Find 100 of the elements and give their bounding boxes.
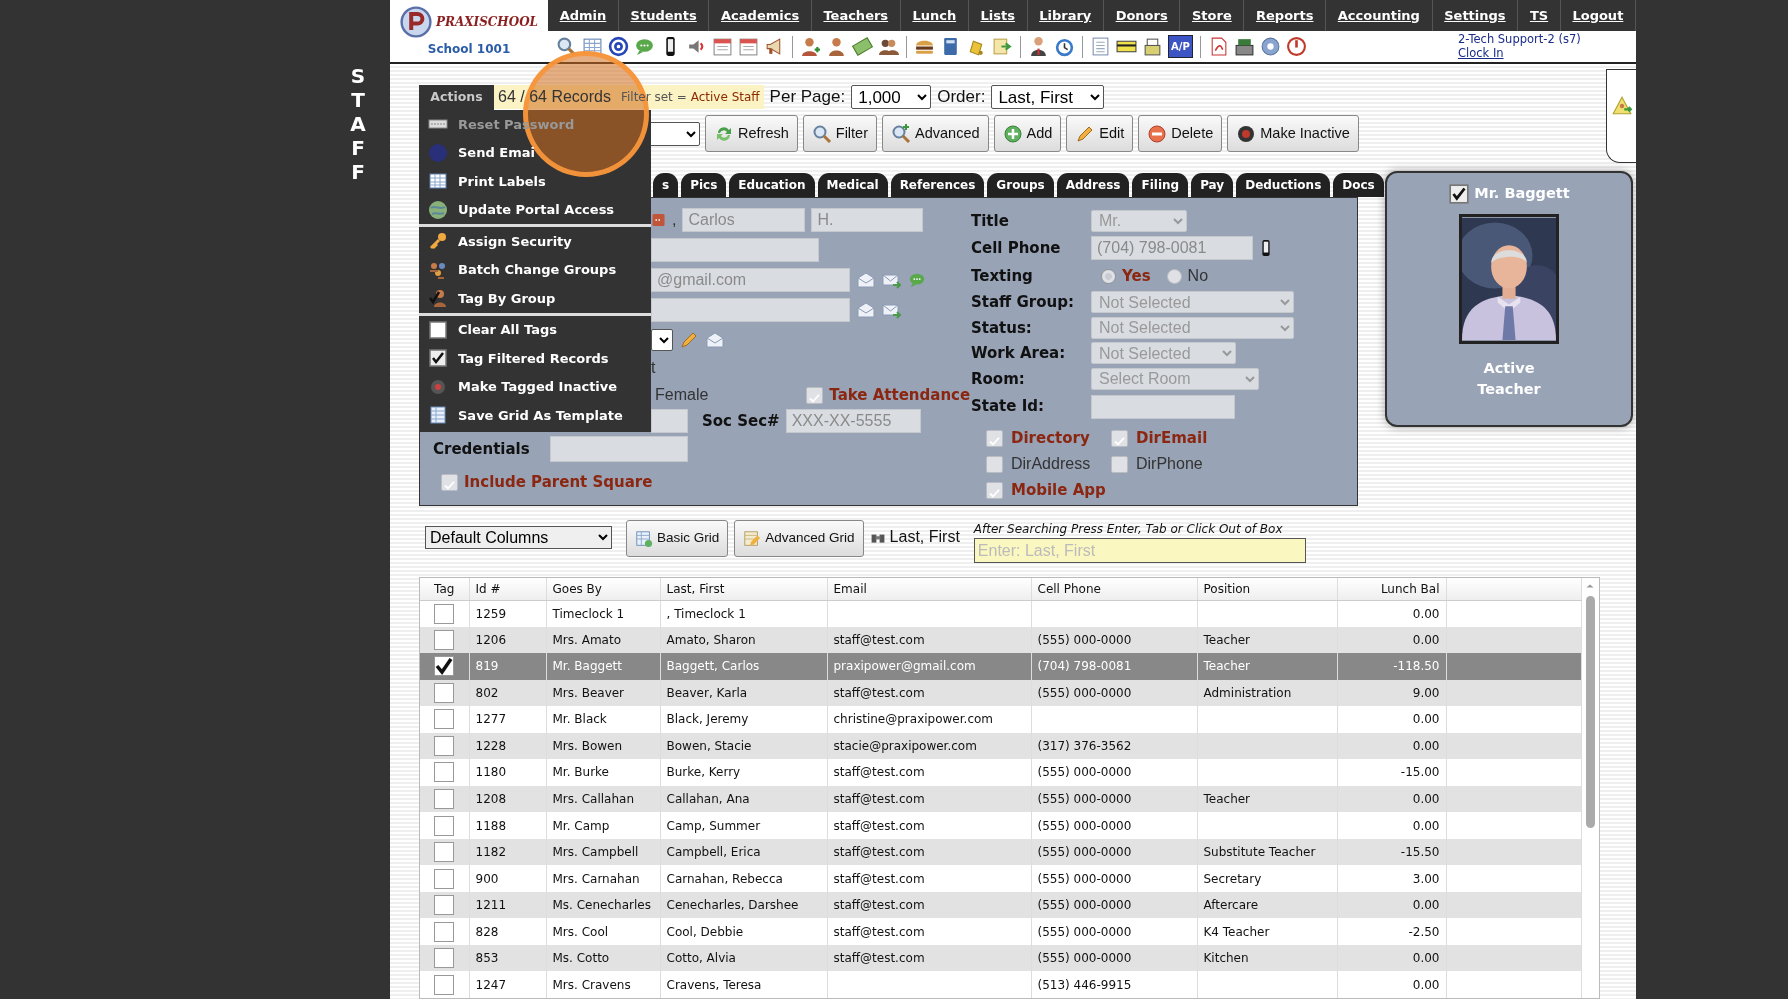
table-row[interactable]: 853 Ms. Cotto Cotto, Alvia staff@test.com (555) 000-0000 Kitchen 0.00 bbox=[420, 944, 1581, 972]
checkbox[interactable] bbox=[434, 656, 455, 677]
tab[interactable]: Docs bbox=[1333, 173, 1384, 197]
filter-button[interactable]: Filter bbox=[802, 115, 877, 152]
text-field[interactable] bbox=[651, 238, 819, 262]
credentials-field[interactable] bbox=[550, 436, 688, 462]
menu-item[interactable]: Update Portal Access bbox=[419, 195, 651, 224]
person-add-icon[interactable] bbox=[800, 36, 821, 57]
grid-icon[interactable] bbox=[582, 36, 603, 57]
checkbox[interactable] bbox=[1111, 455, 1128, 473]
checkbox[interactable] bbox=[434, 603, 455, 624]
ap-button[interactable]: A/P bbox=[1168, 35, 1193, 58]
chat-icon[interactable] bbox=[634, 36, 655, 57]
checkbox[interactable] bbox=[1448, 183, 1471, 205]
table-row[interactable]: 819 Mr. Baggett Baggett, Carlos praxipower@gmail.com (704) 798-0081 Teacher -118.50 bbox=[420, 653, 1581, 680]
table-row[interactable]: 1247 Mrs. Cravens Cravens, Teresa (513) 446-9915 0.00 bbox=[420, 971, 1581, 998]
nav-link[interactable]: TS bbox=[1518, 0, 1561, 31]
menu-item[interactable]: Tag Filtered Records bbox=[419, 344, 651, 373]
checkbox[interactable] bbox=[434, 815, 455, 836]
tab[interactable]: s bbox=[653, 173, 679, 197]
dropdown-field[interactable] bbox=[651, 329, 673, 351]
nav-link[interactable]: Donors bbox=[1104, 0, 1181, 31]
side-tab[interactable] bbox=[1606, 69, 1636, 163]
checkbox[interactable] bbox=[434, 921, 455, 942]
table-row[interactable]: 900 Mrs. Carnahan Carnahan, Rebecca staff@test.com (555) 000-0000 Secretary 3.00 bbox=[420, 865, 1581, 892]
checkbox[interactable] bbox=[1111, 429, 1128, 447]
delete-button[interactable]: Delete bbox=[1138, 115, 1223, 152]
checkbox[interactable] bbox=[434, 629, 455, 650]
tab[interactable]: Groups bbox=[987, 173, 1054, 197]
menu-item[interactable]: Clear All Tags bbox=[419, 315, 651, 344]
person-icon[interactable] bbox=[826, 36, 847, 57]
nav-link[interactable]: Admin bbox=[548, 0, 619, 31]
per-page-select[interactable]: 1,000 bbox=[851, 85, 932, 109]
search-field[interactable]: Enter: Last, First bbox=[973, 538, 1306, 563]
nav-link[interactable]: Lunch bbox=[900, 0, 969, 31]
document-arrow-icon[interactable] bbox=[992, 36, 1013, 57]
checkbox[interactable] bbox=[434, 762, 455, 783]
table-row[interactable]: 828 Mrs. Cool Cool, Debbie staff@test.com (555) 000-0000 K4 Teacher -2.50 bbox=[420, 918, 1581, 945]
checkbox[interactable] bbox=[434, 948, 455, 969]
power-icon[interactable] bbox=[1285, 36, 1307, 57]
checkbox[interactable] bbox=[986, 481, 1003, 499]
table-row[interactable]: 1211 Ms. Cenecharles Cenecharles, Darshee staff@test.com (555) 000-0000 Aftercare 0.00 bbox=[420, 891, 1581, 919]
columns-select[interactable]: Default Columns bbox=[425, 526, 612, 549]
tab[interactable]: References bbox=[890, 173, 985, 197]
table-row[interactable]: 1277 Mr. Black Black, Jeremy christine@praxipower.com 0.00 bbox=[420, 706, 1581, 733]
tab[interactable]: Education bbox=[729, 173, 815, 197]
table-row[interactable]: 1259 Timeclock 1 , Timeclock 1 0.00 bbox=[420, 600, 1581, 627]
register-icon[interactable] bbox=[1142, 36, 1163, 57]
checkbox[interactable] bbox=[806, 386, 824, 404]
calendar-icon[interactable] bbox=[738, 36, 759, 57]
nav-link[interactable]: Reports bbox=[1244, 0, 1327, 31]
nav-link[interactable]: Students bbox=[618, 0, 710, 31]
tab[interactable]: Medical bbox=[817, 173, 888, 197]
table-row[interactable]: 1182 Mrs. Campbell Campbell, Erica staff@test.com (555) 000-0000 Substitute Teacher -15.50 bbox=[420, 838, 1581, 866]
cash-register-icon[interactable] bbox=[1233, 36, 1255, 57]
nav-link[interactable]: Settings bbox=[1432, 0, 1519, 31]
menu-item[interactable]: Batch Change Groups bbox=[419, 255, 651, 284]
nav-link[interactable]: Lists bbox=[968, 0, 1028, 31]
calendar-icon[interactable] bbox=[712, 36, 733, 57]
grid-button[interactable]: Basic Grid bbox=[626, 520, 729, 557]
checkbox[interactable] bbox=[434, 868, 455, 889]
checkbox[interactable] bbox=[986, 455, 1003, 473]
add-button[interactable]: Add bbox=[993, 115, 1062, 152]
table-row[interactable]: 1180 Mr. Burke Burke, Kerry staff@test.com (555) 000-0000 -15.00 bbox=[420, 759, 1581, 786]
nav-link[interactable]: Store bbox=[1180, 0, 1245, 31]
text-field[interactable] bbox=[651, 298, 850, 322]
tab[interactable]: Address bbox=[1056, 173, 1130, 197]
table-row[interactable]: 1208 Mrs. Callahan Callahan, Ana staff@test.com (555) 000-0000 Teacher 0.00 bbox=[420, 785, 1581, 813]
tab[interactable]: Pics bbox=[681, 173, 727, 197]
tab[interactable]: Pay bbox=[1191, 173, 1234, 197]
nav-link[interactable]: Teachers bbox=[811, 0, 901, 31]
radio-button[interactable] bbox=[1166, 268, 1182, 284]
person-icon[interactable] bbox=[1028, 36, 1049, 57]
menu-item[interactable]: Assign Security bbox=[419, 227, 651, 256]
menu-item[interactable]: Save Grid As Template bbox=[419, 401, 651, 430]
clock-in-link[interactable]: Clock In bbox=[1458, 45, 1504, 60]
text-field[interactable] bbox=[651, 409, 688, 433]
advanced-button[interactable]: Advanced bbox=[882, 115, 989, 152]
tab[interactable]: Deductions bbox=[1236, 173, 1331, 197]
nav-link[interactable]: Accounting bbox=[1326, 0, 1433, 31]
checkbox[interactable] bbox=[434, 735, 455, 756]
order-select[interactable]: Last, First bbox=[991, 85, 1105, 109]
tab[interactable]: Filing bbox=[1132, 173, 1189, 197]
checkbox[interactable] bbox=[434, 789, 455, 809]
menu-item[interactable]: Send Emai bbox=[419, 138, 651, 167]
menu-item[interactable]: Print Labels bbox=[419, 167, 651, 196]
menu-item[interactable]: Make Tagged Inactive bbox=[419, 372, 651, 401]
list-icon[interactable] bbox=[1090, 36, 1111, 57]
nav-link[interactable]: Academics bbox=[709, 0, 812, 31]
menu-item[interactable]: Tag By Group bbox=[419, 284, 651, 313]
table-row[interactable]: 802 Mrs. Beaver Beaver, Karla staff@test.com (555) 000-0000 Administration 9.00 bbox=[420, 679, 1581, 707]
chat-icon[interactable] bbox=[908, 271, 926, 289]
actions-menu-title[interactable]: Actions bbox=[419, 85, 494, 110]
table-row[interactable]: 1228 Mrs. Bowen Bowen, Stacie stacie@praxipower.com (317) 376-3562 0.00 bbox=[420, 732, 1581, 760]
scrollbar-thumb[interactable] bbox=[1585, 596, 1595, 828]
table-row[interactable]: 1206 Mrs. Amato Amato, Sharon staff@test.com (555) 000-0000 Teacher 0.00 bbox=[420, 626, 1581, 654]
checkbox[interactable] bbox=[434, 842, 455, 863]
clock-icon[interactable] bbox=[1054, 36, 1075, 57]
table-row[interactable]: 1188 Mr. Camp Camp, Summer staff@test.com (555) 000-0000 0.00 bbox=[420, 812, 1581, 839]
pencil-icon[interactable] bbox=[679, 330, 699, 350]
